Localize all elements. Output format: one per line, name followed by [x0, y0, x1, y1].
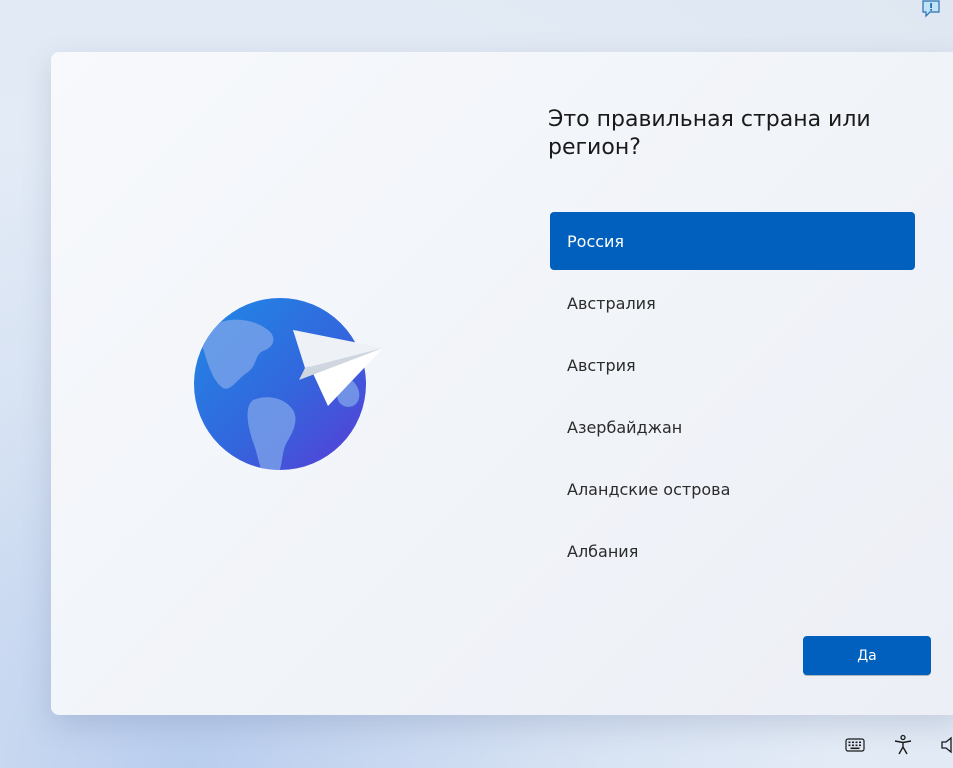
country-item-russia[interactable]: Россия: [550, 212, 915, 270]
country-label: Австралия: [567, 293, 656, 313]
volume-icon[interactable]: [940, 734, 953, 756]
country-label: Азербайджан: [567, 417, 683, 437]
country-label: Россия: [567, 231, 625, 251]
country-label: Албания: [567, 541, 639, 561]
country-item-aland-islands[interactable]: Аландские острова: [550, 460, 915, 518]
country-label: Аландские острова: [567, 479, 731, 499]
yes-button[interactable]: Да: [803, 636, 931, 675]
country-item-australia[interactable]: Австралия: [550, 274, 915, 332]
country-item-azerbaijan[interactable]: Азербайджан: [550, 398, 915, 456]
country-label: Австрия: [567, 355, 636, 375]
page-title: Это правильная страна или регион?: [548, 107, 871, 160]
oobe-dialog: Это правильная страна или регион? Россия…: [51, 52, 953, 715]
accessibility-icon[interactable]: [893, 734, 913, 756]
country-item-albania[interactable]: Албания: [550, 522, 915, 580]
feedback-icon[interactable]: [921, 0, 941, 18]
country-list[interactable]: Россия Австралия Австрия Азербайджан Ала…: [550, 212, 915, 584]
country-item-austria[interactable]: Австрия: [550, 336, 915, 394]
keyboard-icon[interactable]: [845, 734, 865, 756]
globe-paper-plane-icon: [193, 296, 393, 476]
